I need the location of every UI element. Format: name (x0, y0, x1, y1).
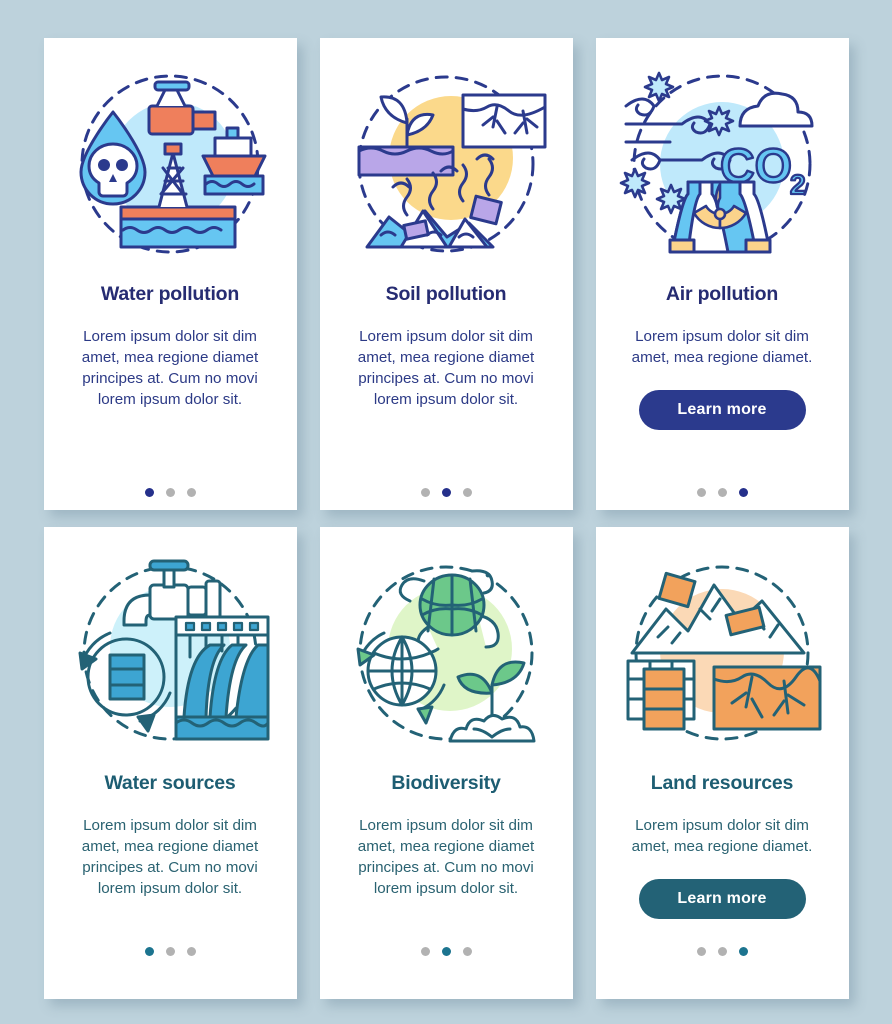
pagination-dot-2[interactable] (717, 947, 727, 956)
svg-text:2: 2 (790, 169, 806, 200)
pagination-dot-1-active[interactable] (144, 947, 154, 956)
pagination-dot-2[interactable] (717, 488, 727, 497)
onboarding-screens-board: Water pollution Lorem ipsum dolor sit dim… (0, 0, 892, 1024)
biodiversity-icon (356, 565, 536, 742)
pagination-dot-2[interactable] (165, 488, 175, 497)
illustration-container-land-resources (596, 545, 849, 760)
card-description: Lorem ipsum dolor sit dim amet, mea regi… (357, 817, 535, 897)
pagination-dot-3[interactable] (186, 947, 196, 956)
pagination-dot-2-active[interactable] (441, 488, 451, 497)
card-title: Air pollution (665, 283, 779, 305)
pagination-dot-1[interactable] (420, 947, 430, 956)
pagination-dot-3[interactable] (462, 488, 472, 497)
pagination-dot-2[interactable] (165, 947, 175, 956)
onboarding-card-air-pollution: CO 2 Air pollution Lorem ipsum dolor sit … (595, 38, 849, 510)
pagination-dot-1[interactable] (696, 488, 706, 497)
pagination-dot-3-active[interactable] (738, 947, 748, 956)
water-sources-icon (78, 559, 270, 740)
water-pollution-icon (79, 74, 267, 253)
illustration-container-soil-pollution (320, 56, 573, 271)
learn-more-button[interactable]: Learn more (638, 879, 806, 919)
card-description: Lorem ipsum dolor sit dim amet, mea regi… (631, 817, 813, 855)
onboarding-card-soil-pollution: Soil pollution Lorem ipsum dolor sit dim … (319, 38, 573, 510)
onboarding-card-water-pollution: Water pollution Lorem ipsum dolor sit dim… (43, 38, 297, 510)
onboarding-card-biodiversity: Biodiversity Lorem ipsum dolor sit dim am… (319, 527, 573, 999)
card-description: Lorem ipsum dolor sit dim amet, mea regi… (81, 817, 259, 897)
pagination-dots (596, 488, 849, 497)
onboarding-card-water-sources: Water sources Lorem ipsum dolor sit dim a… (43, 527, 297, 999)
pagination-dot-3-active[interactable] (738, 488, 748, 497)
illustration-container-biodiversity (320, 545, 573, 760)
illustration-container-water-pollution (44, 56, 297, 271)
card-title: Soil pollution (385, 283, 507, 305)
card-title: Water sources (104, 772, 236, 794)
card-title: Biodiversity (391, 772, 501, 794)
pagination-dots (320, 947, 573, 956)
pagination-dots (44, 488, 297, 497)
pagination-dot-3[interactable] (186, 488, 196, 497)
onboarding-card-land-resources: Land resources Lorem ipsum dolor sit dim … (595, 527, 849, 999)
pagination-dots (596, 947, 849, 956)
land-resources-icon (626, 565, 822, 740)
card-title: Land resources (650, 772, 794, 794)
air-pollution-icon: CO 2 (619, 71, 814, 253)
pagination-dot-3[interactable] (462, 947, 472, 956)
pagination-dot-1-active[interactable] (144, 488, 154, 497)
pagination-dots (320, 488, 573, 497)
learn-more-button[interactable]: Learn more (638, 390, 806, 430)
card-title: Water pollution (100, 283, 240, 305)
pagination-dot-1[interactable] (696, 947, 706, 956)
pagination-dot-1[interactable] (420, 488, 430, 497)
pagination-dots (44, 947, 297, 956)
soil-pollution-icon (357, 75, 547, 252)
card-description: Lorem ipsum dolor sit dim amet, mea regi… (631, 328, 813, 366)
card-description: Lorem ipsum dolor sit dim amet, mea regi… (81, 328, 259, 408)
pagination-dot-2-active[interactable] (441, 947, 451, 956)
card-description: Lorem ipsum dolor sit dim amet, mea regi… (357, 328, 535, 408)
illustration-container-air-pollution: CO 2 (596, 56, 849, 271)
illustration-container-water-sources (44, 545, 297, 760)
